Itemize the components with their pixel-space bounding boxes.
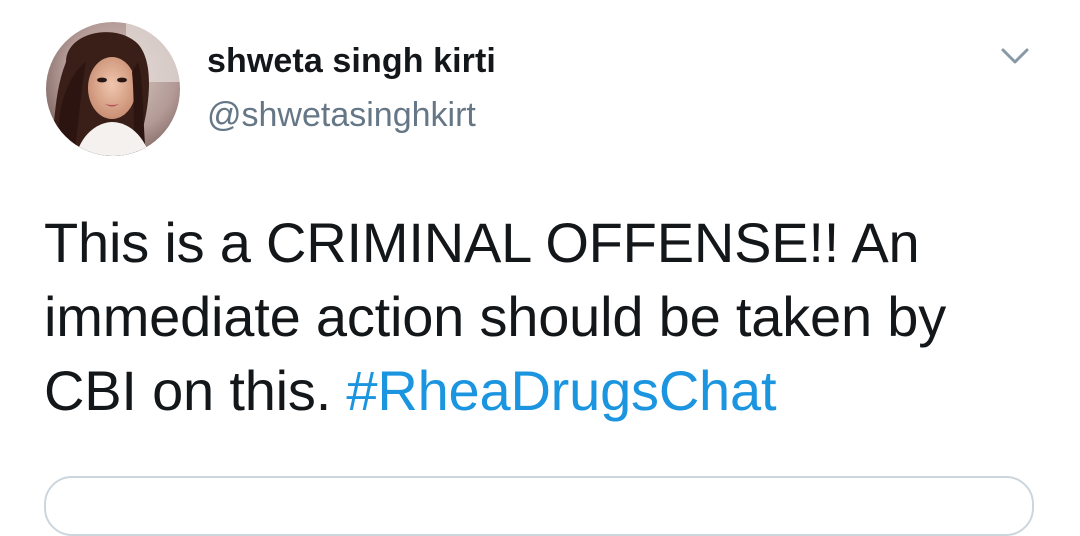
author-handle[interactable]: @shwetasinghkirt [207, 96, 476, 135]
tweet: shweta singh kirti @shwetasinghkirt This… [0, 0, 1080, 536]
hashtag-link[interactable]: #RheaDrugsChat [346, 359, 776, 422]
chevron-down-icon[interactable] [997, 44, 1033, 70]
avatar[interactable] [46, 22, 180, 156]
avatar-image [46, 22, 180, 156]
tweet-text: This is a CRIMINAL OFFENSE!! An immediat… [44, 206, 1034, 428]
quoted-card[interactable] [44, 476, 1034, 536]
author-display-name[interactable]: shweta singh kirti [207, 42, 496, 81]
